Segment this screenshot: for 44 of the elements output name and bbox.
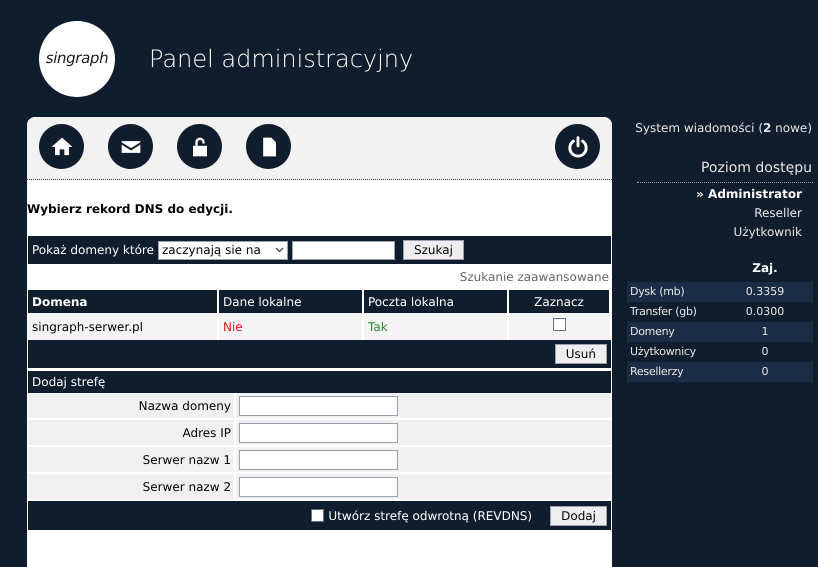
input-field[interactable]	[239, 423, 398, 443]
logo: singraph	[39, 20, 115, 96]
usage-header: Zaj.	[751, 260, 779, 277]
input-field[interactable]	[239, 450, 398, 470]
usage-value: 0	[760, 364, 770, 380]
usage-value: 0	[760, 344, 770, 360]
input-field[interactable]	[239, 396, 398, 416]
power-icon[interactable]	[555, 124, 600, 169]
usage-label: Użytkownicy	[629, 344, 697, 360]
chevron-icon	[274, 247, 284, 253]
row-checkbox[interactable]	[553, 318, 566, 330]
match-select[interactable]: zaczynają sie na	[158, 240, 288, 260]
section-heading: Wybierz rekord DNS do edycji.	[27, 201, 234, 218]
search-field[interactable]	[292, 240, 395, 260]
home-icon[interactable]	[39, 124, 84, 169]
field-label: Adres IP	[28, 420, 236, 445]
padlock-icon[interactable]	[177, 124, 222, 169]
document-icon[interactable]	[246, 124, 291, 169]
search-button[interactable]: Szukaj	[402, 240, 464, 260]
input-field[interactable]	[239, 477, 398, 497]
reverse-checkbox[interactable]	[311, 509, 324, 522]
usage-value: 0.3359	[744, 284, 786, 300]
advanced-search-link[interactable]: Szukanie zaawansowane	[460, 268, 609, 286]
usage-label: Transfer (gb)	[629, 304, 698, 320]
access-level-item[interactable]: Użytkownik	[734, 223, 802, 241]
access-level-title: Poziom dostępu	[637, 158, 813, 183]
access-level-item[interactable]: Reseller	[754, 204, 802, 222]
envelope-icon[interactable]	[108, 124, 153, 169]
field-label: Serwer nazw 2	[28, 474, 236, 499]
delete-button[interactable]: Usuń	[554, 344, 607, 364]
section-header: Dodaj strefę	[28, 371, 611, 393]
add-button[interactable]: Dodaj	[550, 506, 607, 526]
access-level-item[interactable]: » Administrator	[696, 185, 802, 203]
usage-label: Dysk (mb)	[629, 284, 686, 300]
checkbox-label: Utwórz strefę odwrotną (REVDNS)	[328, 508, 532, 524]
filter-label: Pokaż domeny które	[32, 242, 154, 259]
page-title: Panel administracyjny	[149, 44, 414, 74]
field-label: Nazwa domeny	[28, 393, 236, 418]
usage-value: 1	[760, 324, 770, 340]
usage-value: 0.0300	[744, 304, 786, 320]
usage-label: Resellerzy	[629, 364, 684, 380]
field-label: Serwer nazw 1	[28, 447, 236, 472]
usage-label: Domeny	[629, 324, 676, 340]
messages-link[interactable]: System wiadomości (2 nowe)	[627, 119, 813, 137]
